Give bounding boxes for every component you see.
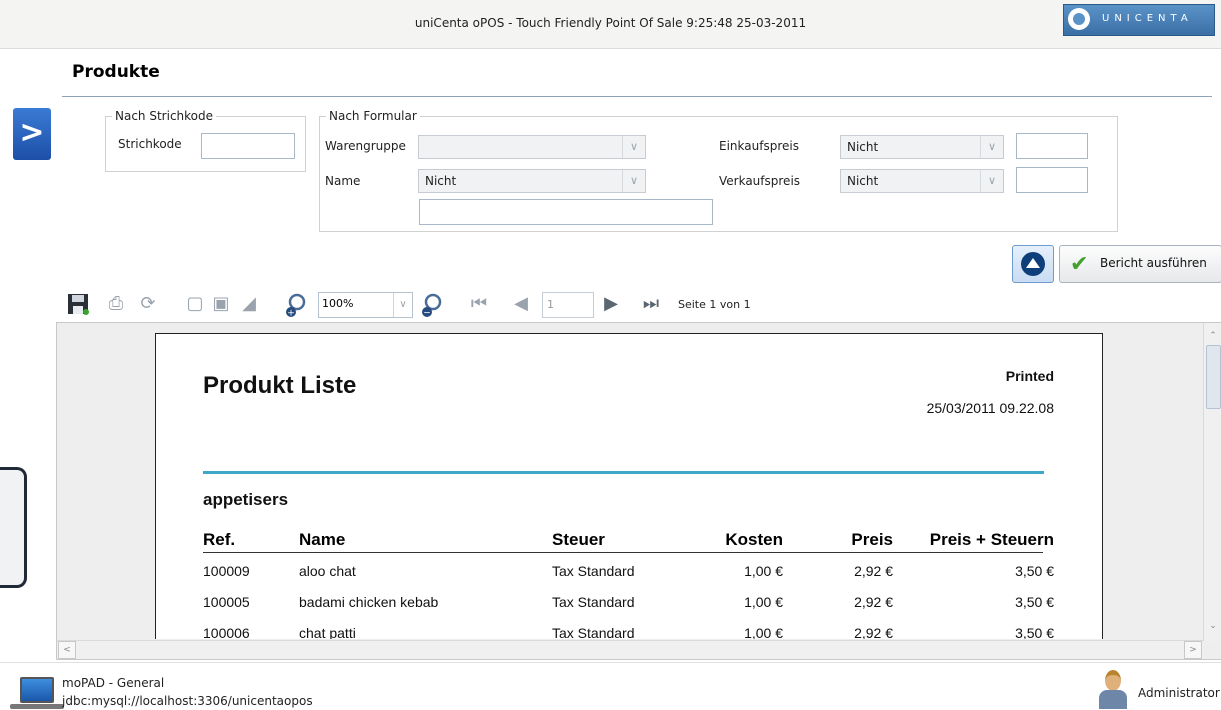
page-number-input[interactable]: 1 <box>542 292 594 318</box>
first-page-icon[interactable]: ⏮ <box>466 292 492 316</box>
fit-page-icon[interactable]: ▣ <box>208 292 234 316</box>
buy-price-operator-select[interactable]: Nicht ∨ <box>840 135 1004 159</box>
page-title: Produkte <box>72 62 160 82</box>
svg-text:−: − <box>423 309 431 319</box>
name-operator-select[interactable]: Nicht ∨ <box>418 169 646 193</box>
unicenta-logo: UNICENTA <box>1063 4 1215 36</box>
scroll-thumb[interactable] <box>1206 345 1221 409</box>
column-header-price: Preis <box>851 530 893 549</box>
side-panel-handle[interactable] <box>0 467 27 588</box>
table-cell-price: 2,92 € <box>854 594 893 610</box>
table-cell-price: 2,92 € <box>854 563 893 579</box>
collapse-filter-button[interactable] <box>1012 245 1054 283</box>
zoom-in-icon[interactable]: + <box>282 292 312 319</box>
chevron-down-icon: ∨ <box>980 170 1003 192</box>
column-header-name: Name <box>299 530 346 549</box>
barcode-label: Strichkode <box>118 137 182 151</box>
print-icon[interactable]: ⎙ <box>102 292 130 316</box>
table-cell-ref: 100005 <box>203 594 250 610</box>
next-page-icon[interactable]: ▶ <box>598 292 624 316</box>
previous-page-icon[interactable]: ◀ <box>508 292 534 316</box>
header-rule <box>203 552 1043 553</box>
sell-price-operator-select[interactable]: Nicht ∨ <box>840 169 1004 193</box>
status-db-url: jdbc:mysql://localhost:3306/unicentaopos <box>62 694 313 708</box>
run-report-button[interactable]: ✔ Bericht ausführen <box>1059 245 1221 283</box>
category-label: Warengruppe <box>325 139 406 153</box>
report-title: Produkt Liste <box>203 372 357 399</box>
user-avatar-icon[interactable] <box>1098 670 1128 709</box>
column-header-price-tax: Preis + Steuern <box>929 530 1054 549</box>
zoom-out-icon[interactable]: − <box>418 292 448 319</box>
title-bar: uniCenta oPOS - Touch Friendly Point Of … <box>0 0 1221 49</box>
chevron-down-icon: ∨ <box>622 136 645 158</box>
buy-price-label: Einkaufspreis <box>719 139 799 153</box>
category-select[interactable]: ∨ <box>418 135 646 159</box>
table-cell-ref: 100009 <box>203 563 250 579</box>
chevron-down-icon: ∨ <box>622 170 645 192</box>
barcode-input[interactable] <box>201 133 295 159</box>
chevron-right-icon[interactable]: > <box>13 108 51 160</box>
column-header-tax: Steuer <box>552 530 605 549</box>
user-name[interactable]: Administrator <box>1138 686 1220 700</box>
report-group-title: appetisers <box>203 490 289 509</box>
scroll-left-icon[interactable]: < <box>58 641 76 659</box>
table-cell-cost: 1,00 € <box>744 625 783 639</box>
zoom-select[interactable]: 100% ∨ <box>318 292 413 318</box>
page-count-label: Seite 1 von 1 <box>678 298 751 311</box>
chevron-down-icon: ∨ <box>393 293 412 317</box>
logo-text: UNICENTA <box>1102 13 1193 24</box>
table-cell-name: chat patti <box>299 625 356 639</box>
window-title: uniCenta oPOS - Touch Friendly Point Of … <box>414 16 807 30</box>
scroll-right-icon[interactable]: > <box>1184 641 1202 659</box>
table-cell-price-tax: 3,50 € <box>1015 594 1054 610</box>
divider <box>62 96 1212 97</box>
column-header-cost: Kosten <box>725 530 783 549</box>
name-label: Name <box>325 174 361 188</box>
table-cell-price: 2,92 € <box>854 625 893 639</box>
chevron-down-icon: ∨ <box>980 136 1003 158</box>
vertical-scrollbar[interactable]: ⌃ ⌄ <box>1203 323 1221 641</box>
checkmark-icon: ✔ <box>1070 252 1089 277</box>
barcode-group-legend: Nach Strichkode <box>112 109 217 123</box>
form-filter-group: Nach Formular Warengruppe ∨ Name Nicht ∨… <box>319 109 1118 232</box>
form-group-legend: Nach Formular <box>326 109 420 123</box>
horizontal-scrollbar[interactable]: < > <box>57 640 1203 659</box>
scroll-up-icon[interactable]: ⌃ <box>1204 331 1221 341</box>
status-host: moPAD - General <box>62 676 165 690</box>
table-cell-tax: Tax Standard <box>552 625 635 639</box>
column-header-ref: Ref. <box>203 530 236 549</box>
report-page: Produkt Liste Printed 25/03/2011 09.22.0… <box>155 333 1103 639</box>
barcode-filter-group: Nach Strichkode Strichkode <box>105 109 306 172</box>
scroll-down-icon[interactable]: ⌄ <box>1204 621 1221 631</box>
fit-width-icon[interactable]: ◢ <box>236 292 262 316</box>
last-page-icon[interactable]: ⏭ <box>638 292 664 316</box>
table-cell-tax: Tax Standard <box>552 563 635 579</box>
name-input[interactable] <box>419 199 713 225</box>
sell-price-label: Verkaufspreis <box>719 174 801 188</box>
buy-price-input[interactable] <box>1016 133 1088 159</box>
single-page-icon[interactable]: ▢ <box>182 292 208 316</box>
table-cell-cost: 1,00 € <box>744 594 783 610</box>
table-cell-cost: 1,00 € <box>744 563 783 579</box>
computer-icon <box>10 677 64 709</box>
printed-label: Printed <box>1005 368 1054 384</box>
sell-price-input[interactable] <box>1016 167 1088 193</box>
report-separator <box>203 471 1044 474</box>
printed-date: 25/03/2011 09.22.08 <box>926 400 1054 416</box>
table-cell-name: badami chicken kebab <box>299 594 439 610</box>
table-cell-name: aloo chat <box>299 563 356 579</box>
save-icon[interactable] <box>64 292 92 316</box>
table-cell-tax: Tax Standard <box>552 594 635 610</box>
collapse-up-icon <box>1021 252 1045 276</box>
table-cell-price-tax: 3,50 € <box>1015 625 1054 639</box>
svg-text:+: + <box>287 309 295 319</box>
refresh-icon[interactable]: ⟳ <box>134 292 162 316</box>
table-cell-ref: 100006 <box>203 625 250 639</box>
run-report-label: Bericht ausführen <box>1100 256 1207 270</box>
table-cell-price-tax: 3,50 € <box>1015 563 1054 579</box>
